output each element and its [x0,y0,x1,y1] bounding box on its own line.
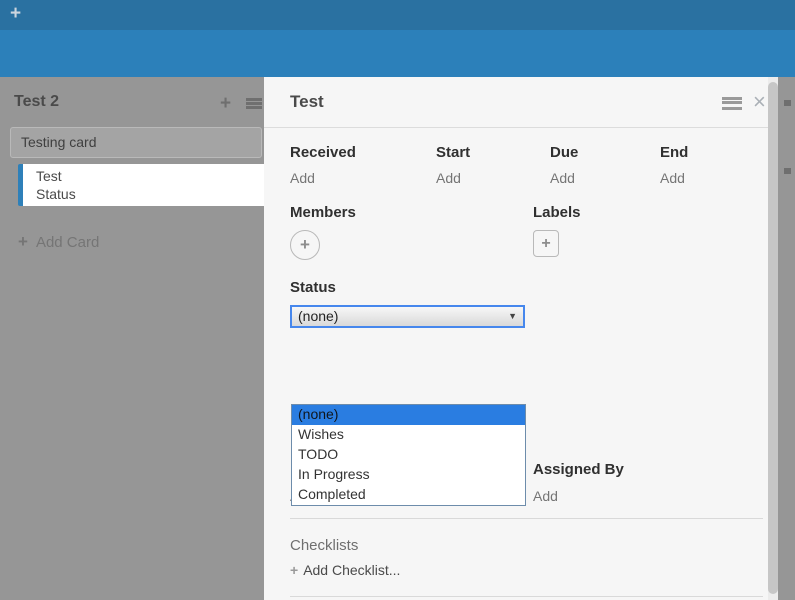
date-end: End Add [660,144,688,186]
date-due: Due Add [550,144,578,186]
minicard-title: Testing card [21,134,96,150]
date-start: Start Add [436,144,470,186]
cropped-list-add-icon [784,100,791,106]
minicard-test-status[interactable]: Test Status [18,164,264,206]
labels-label: Labels [533,204,581,221]
status-select[interactable]: (none) ▼ [290,305,525,328]
status-dropdown: (none) Wishes TODO In Progress Completed [291,404,526,506]
status-section: Status (none) ▼ (none) Wishes TODO In Pr… [290,279,525,328]
dropdown-option-in-progress[interactable]: In Progress [292,465,525,485]
card-menu-button[interactable] [722,97,742,115]
plus-icon: + [290,562,298,578]
panel-scrollbar[interactable] [768,77,778,600]
assigned-by-section: Assigned By Add [533,461,624,504]
assigned-by-add-link[interactable]: Add [533,488,624,504]
plus-icon: + [300,235,310,255]
date-add-link[interactable]: Add [550,170,578,186]
date-label: Received [290,144,356,161]
add-label-button[interactable]: + [533,230,559,257]
add-card-button[interactable]: + Add Card [18,232,99,252]
dropdown-option-none[interactable]: (none) [292,405,525,425]
date-add-link[interactable]: Add [660,170,688,186]
status-selected-value: (none) [298,308,338,324]
minicard-testing-card[interactable]: Testing card [10,127,262,158]
date-label: Due [550,144,578,161]
cropped-icon [784,168,791,174]
date-label: End [660,144,688,161]
dropdown-option-todo[interactable]: TODO [292,445,525,465]
hamburger-icon [722,97,742,110]
date-add-link[interactable]: Add [436,170,470,186]
labels-section: Labels + [533,204,581,257]
list-add-card-icon[interactable]: + [220,93,231,115]
card-title: Test [290,92,324,112]
scrollbar-thumb[interactable] [768,82,778,594]
app-header-top: + [0,0,795,30]
board-header [0,30,795,77]
list-header: Test 2 + [14,93,264,117]
members-section: Members + [290,204,356,260]
add-checklist-button[interactable]: + Add Checklist... [290,562,400,578]
card-detail-header: Test × [264,77,778,128]
date-add-link[interactable]: Add [290,170,356,186]
divider [290,596,763,597]
hamburger-icon [246,98,262,109]
close-icon[interactable]: × [753,89,766,115]
date-received: Received Add [290,144,356,186]
dropdown-option-completed[interactable]: Completed [292,485,525,505]
add-board-icon[interactable]: + [10,3,21,25]
plus-icon: + [18,232,28,251]
checklists-label: Checklists [290,537,358,554]
date-label: Start [436,144,470,161]
chevron-down-icon: ▼ [508,311,517,321]
divider [290,518,763,519]
members-label: Members [290,204,356,221]
add-checklist-label: Add Checklist... [303,562,400,578]
list-menu-icon[interactable] [246,96,262,114]
board-overflow-strip [778,77,795,600]
add-member-button[interactable]: + [290,230,320,260]
plus-icon: + [541,235,550,253]
dropdown-option-wishes[interactable]: Wishes [292,425,525,445]
assigned-by-label: Assigned By [533,461,624,478]
list-title: Test 2 [14,93,59,110]
add-card-label: Add Card [36,234,99,251]
app-window: + Test 2 + Testing card Test Status + Add… [0,0,795,600]
minicard-line-2: Status [36,185,264,203]
minicard-line-1: Test [36,167,264,185]
card-detail-panel: Test × Received Add Start Add Due Add En… [264,77,778,600]
status-label: Status [290,279,525,296]
